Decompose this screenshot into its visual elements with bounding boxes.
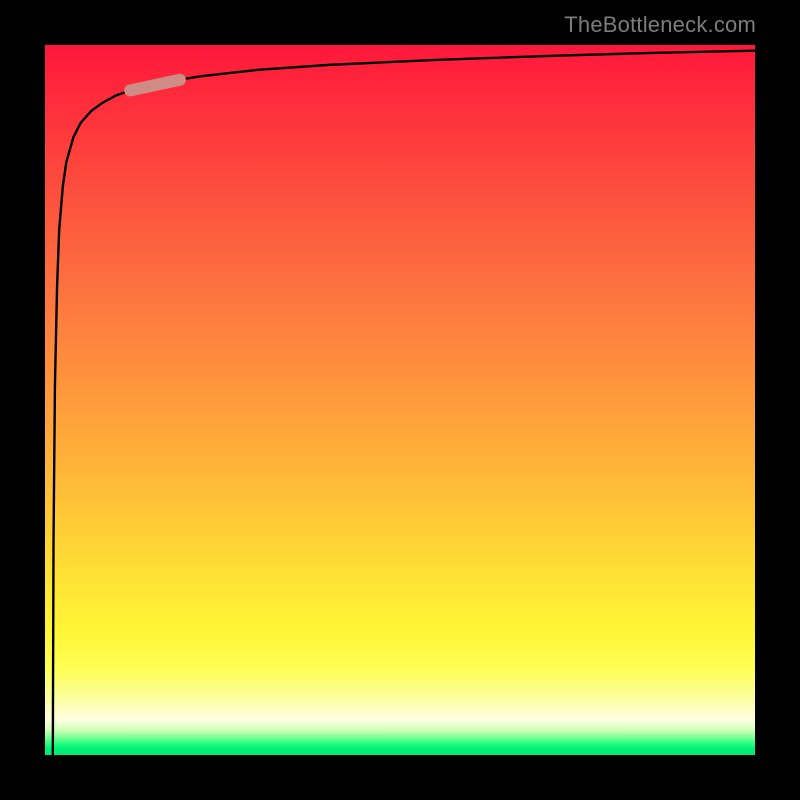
plot-gradient-area <box>45 45 755 755</box>
chart-stage: TheBottleneck.com <box>0 0 800 800</box>
credit-text: TheBottleneck.com <box>564 12 756 38</box>
